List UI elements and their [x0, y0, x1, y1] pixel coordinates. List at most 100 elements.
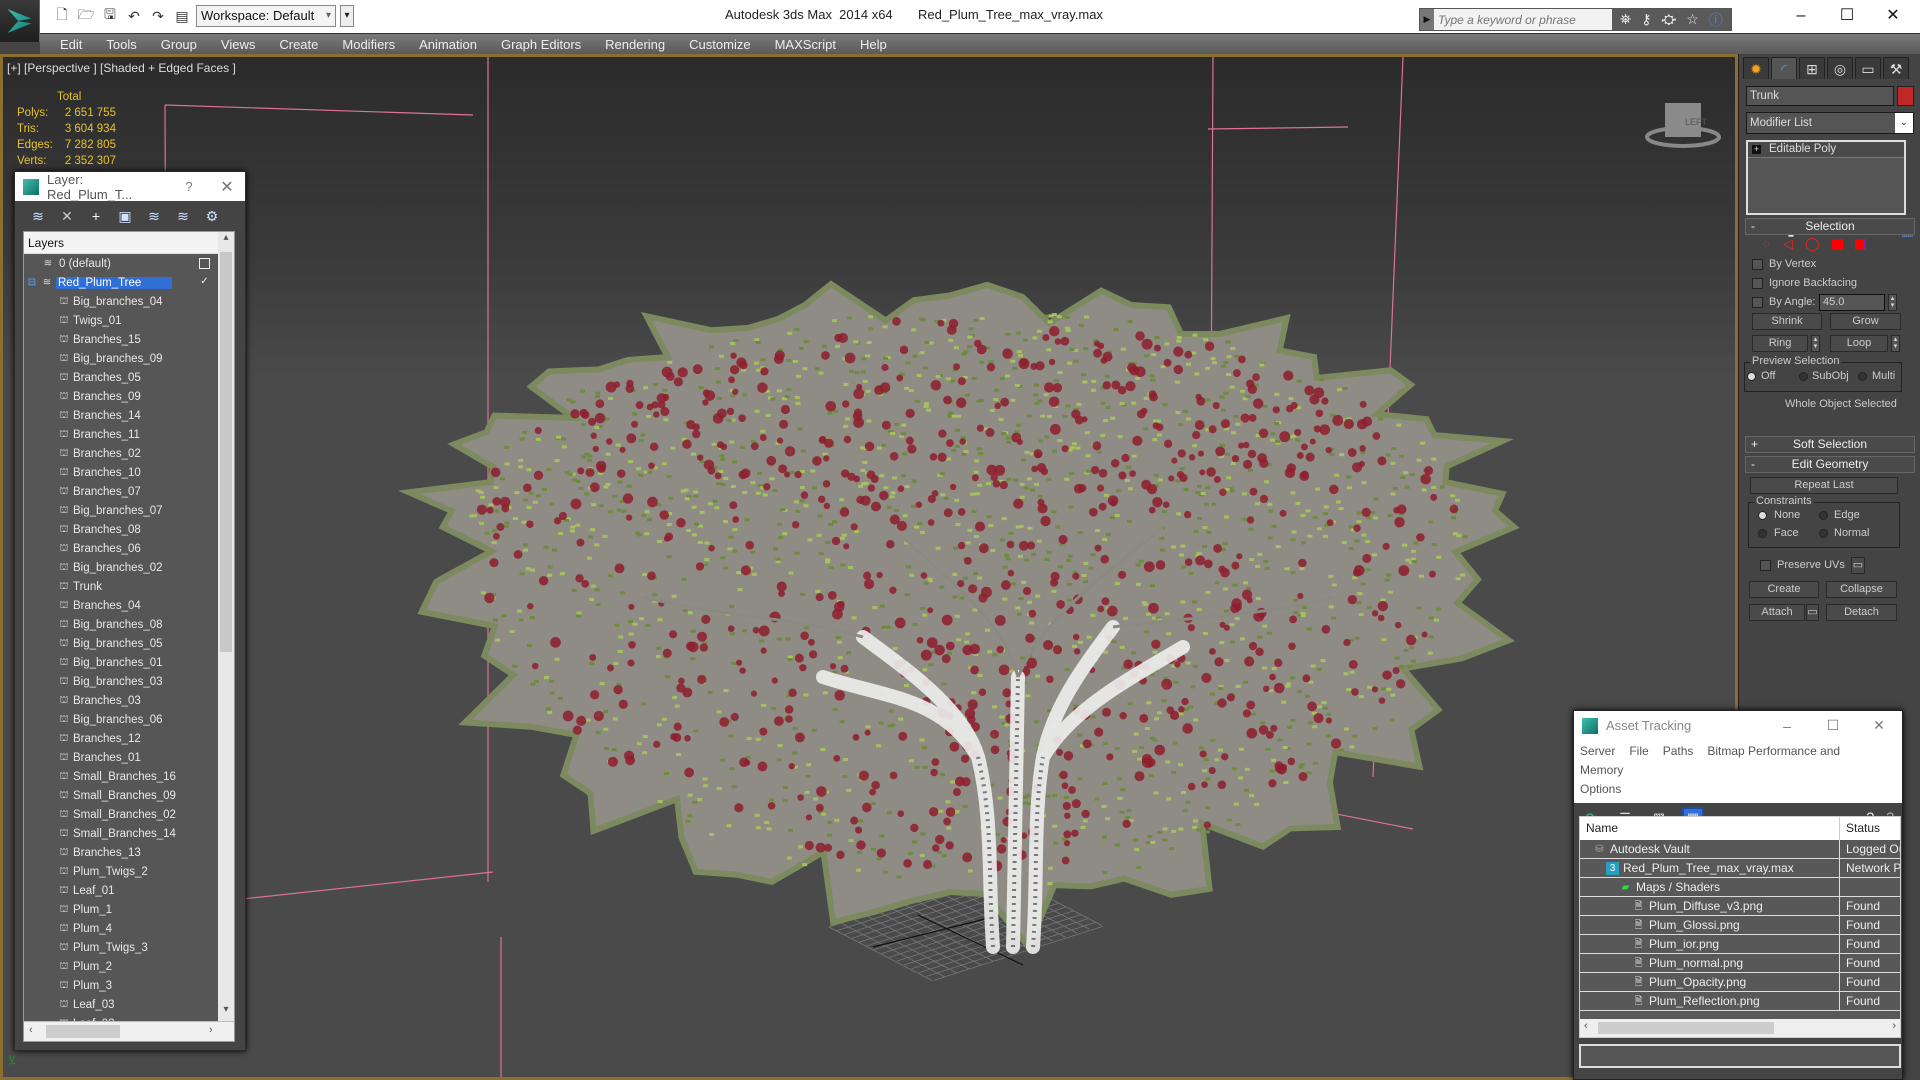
polygon-icon[interactable] [1831, 238, 1843, 250]
project-folder-icon[interactable]: ▤ [172, 6, 192, 26]
key-icon[interactable]: ⚷ [1641, 11, 1651, 28]
stack-item-editable-poly[interactable]: + Editable Poly [1748, 142, 1904, 158]
delete-layer-icon[interactable]: ✕ [58, 207, 76, 225]
scroll-down-icon[interactable]: ▾ [218, 1004, 234, 1020]
menu-paths[interactable]: Paths [1663, 744, 1694, 758]
asset-row[interactable]: 🗎 Plum_normal.png Found [1580, 954, 1900, 973]
asset-path-field[interactable] [1579, 1044, 1901, 1068]
ring-button[interactable]: Ring [1752, 335, 1808, 352]
object-row[interactable]: ⛫ Branches_14 [24, 406, 218, 425]
layer-row[interactable]: ⊟ ≋ Red_Plum_Tree ✓ [24, 273, 218, 292]
name-column-header[interactable]: Name [1580, 817, 1840, 840]
object-row[interactable]: ⛫ Plum_3 [24, 976, 218, 995]
by-angle-checkbox[interactable] [1752, 297, 1763, 308]
menu-bitmap-performance-and-memory[interactable]: Bitmap Performance and Memory [1580, 744, 1840, 777]
menu-animation[interactable]: Animation [407, 34, 489, 55]
loop-spinner[interactable]: ▴ ▾ [1891, 335, 1900, 352]
object-color-swatch[interactable] [1897, 86, 1914, 106]
object-row[interactable]: ⛫ Small_Branches_14 [24, 824, 218, 843]
viewport-label[interactable]: [+] [Perspective ] [Shaded + Edged Faces… [7, 61, 236, 75]
border-icon[interactable]: ◯ [1805, 236, 1820, 252]
asset-row[interactable]: 🗎 Plum_Reflection.png Found [1580, 992, 1900, 1011]
workspace-dropdown[interactable]: Workspace: Default [196, 5, 336, 27]
object-row[interactable]: ⛫ Trunk [24, 577, 218, 596]
object-row[interactable]: ⛫ Plum_Twigs_2 [24, 862, 218, 881]
constraint-normal-radio[interactable] [1819, 529, 1828, 538]
vertical-scrollbar[interactable]: ▴ ▾ [218, 232, 234, 1022]
menu-server[interactable]: Server [1580, 744, 1615, 758]
open-icon[interactable]: 🗁 [76, 6, 96, 26]
object-row[interactable]: ⛫ Big_branches_06 [24, 710, 218, 729]
menu-help[interactable]: Help [848, 34, 899, 55]
angle-spinner-input[interactable]: 45.0 [1819, 294, 1885, 311]
menu-tools[interactable]: Tools [94, 34, 148, 55]
expand-icon[interactable]: + [1752, 145, 1761, 154]
layer-row[interactable]: ≋ 0 (default) [24, 254, 218, 273]
viewcube[interactable]: LEFT [1643, 95, 1723, 155]
modifier-list-dropdown[interactable]: Modifier List ⌄ [1746, 112, 1914, 134]
object-row[interactable]: ⛫ Branches_03 [24, 691, 218, 710]
object-row[interactable]: ⛫ Leaf_03 [24, 995, 218, 1014]
utilities-tab-icon[interactable]: ⚒ [1883, 57, 1909, 79]
ignore-backfacing-checkbox[interactable] [1752, 278, 1763, 289]
scroll-right-icon[interactable]: › [209, 1024, 213, 1036]
asset-row[interactable]: 3 Red_Plum_Tree_max_vray.max Network P [1580, 859, 1900, 878]
application-menu-button[interactable] [0, 0, 40, 42]
constraint-none-radio[interactable] [1758, 511, 1767, 520]
layer-properties-icon[interactable]: ⚙ [203, 207, 221, 225]
scroll-left-icon[interactable]: ‹ [29, 1024, 33, 1036]
menu-create[interactable]: Create [267, 34, 330, 55]
save-icon[interactable]: 🖫 [100, 6, 120, 26]
help-button[interactable]: ? [169, 179, 209, 194]
perspective-viewport[interactable]: [+] [Perspective ] [Shaded + Edged Faces… [0, 54, 1738, 1080]
asset-row[interactable]: ⛁ Autodesk Vault Logged Ou [1580, 840, 1900, 859]
scroll-left-icon[interactable]: ‹ [1584, 1020, 1588, 1032]
vertex-icon[interactable]: ⁘ [1761, 237, 1771, 251]
edit-geometry-rollout-header[interactable]: - Edit Geometry [1745, 456, 1915, 473]
object-row[interactable]: ⛫ Branches_07 [24, 482, 218, 501]
menu-modifiers[interactable]: Modifiers [330, 34, 407, 55]
object-row[interactable]: ⛫ Branches_05 [24, 368, 218, 387]
asset-row[interactable]: 🗎 Plum_ior.png Found [1580, 935, 1900, 954]
object-row[interactable]: ⛫ Branches_04 [24, 596, 218, 615]
add-to-layer-icon[interactable]: + [87, 207, 105, 225]
status-column-header[interactable]: Status [1840, 817, 1880, 840]
object-row[interactable]: ⛫ Small_Branches_16 [24, 767, 218, 786]
menu-maxscript[interactable]: MAXScript [763, 34, 848, 55]
search-input[interactable] [1434, 9, 1612, 30]
preserve-uvs-settings-button[interactable]: ▭ [1851, 557, 1865, 574]
ring-spinner[interactable]: ▴ ▾ [1811, 335, 1820, 352]
menu-group[interactable]: Group [149, 34, 209, 55]
current-layer-checkbox[interactable] [199, 258, 210, 269]
menu-customize[interactable]: Customize [677, 34, 762, 55]
select-layer-icon[interactable]: ≋ [145, 207, 163, 225]
create-layer-icon[interactable]: ≋ [29, 207, 47, 225]
object-row[interactable]: ⛫ Plum_1 [24, 900, 218, 919]
object-row[interactable]: ⛫ Big_branches_05 [24, 634, 218, 653]
selection-rollout-header[interactable]: - Selection [1745, 218, 1915, 235]
menu-options[interactable]: Options [1580, 782, 1621, 796]
object-name-field[interactable]: Trunk [1746, 86, 1894, 106]
object-row[interactable]: ⛫ Big_branches_03 [24, 672, 218, 691]
scroll-right-icon[interactable]: › [1892, 1020, 1896, 1032]
layers-column-header[interactable]: Layers [24, 232, 219, 254]
soft-selection-rollout-header[interactable]: + Soft Selection [1745, 436, 1915, 453]
chevron-down-icon[interactable]: ⌄ [1895, 113, 1913, 133]
object-row[interactable]: ⛫ Branches_01 [24, 748, 218, 767]
satellite-icon[interactable]: ⛮ [1661, 11, 1676, 28]
constraint-face-radio[interactable] [1758, 529, 1767, 538]
select-objects-icon[interactable]: ▣ [116, 207, 134, 225]
attach-button[interactable]: Attach [1749, 604, 1805, 621]
hierarchy-tab-icon[interactable]: ⊞ [1799, 57, 1825, 79]
object-row[interactable]: ⛫ Big_branches_07 [24, 501, 218, 520]
asset-row[interactable]: 🗎 Plum_Diffuse_v3.png Found [1580, 897, 1900, 916]
object-row[interactable]: ⛫ Plum_Twigs_3 [24, 938, 218, 957]
object-row[interactable]: ⛫ Branches_09 [24, 387, 218, 406]
by-vertex-checkbox[interactable] [1752, 259, 1763, 270]
object-row[interactable]: ⛫ Branches_12 [24, 729, 218, 748]
object-row[interactable]: ⛫ Big_branches_01 [24, 653, 218, 672]
object-row[interactable]: ⛫ Branches_02 [24, 444, 218, 463]
current-layer-checkbox[interactable]: ✓ [199, 277, 210, 288]
object-row[interactable]: ⛫ Big_branches_02 [24, 558, 218, 577]
object-row[interactable]: ⛫ Leaf_01 [24, 881, 218, 900]
